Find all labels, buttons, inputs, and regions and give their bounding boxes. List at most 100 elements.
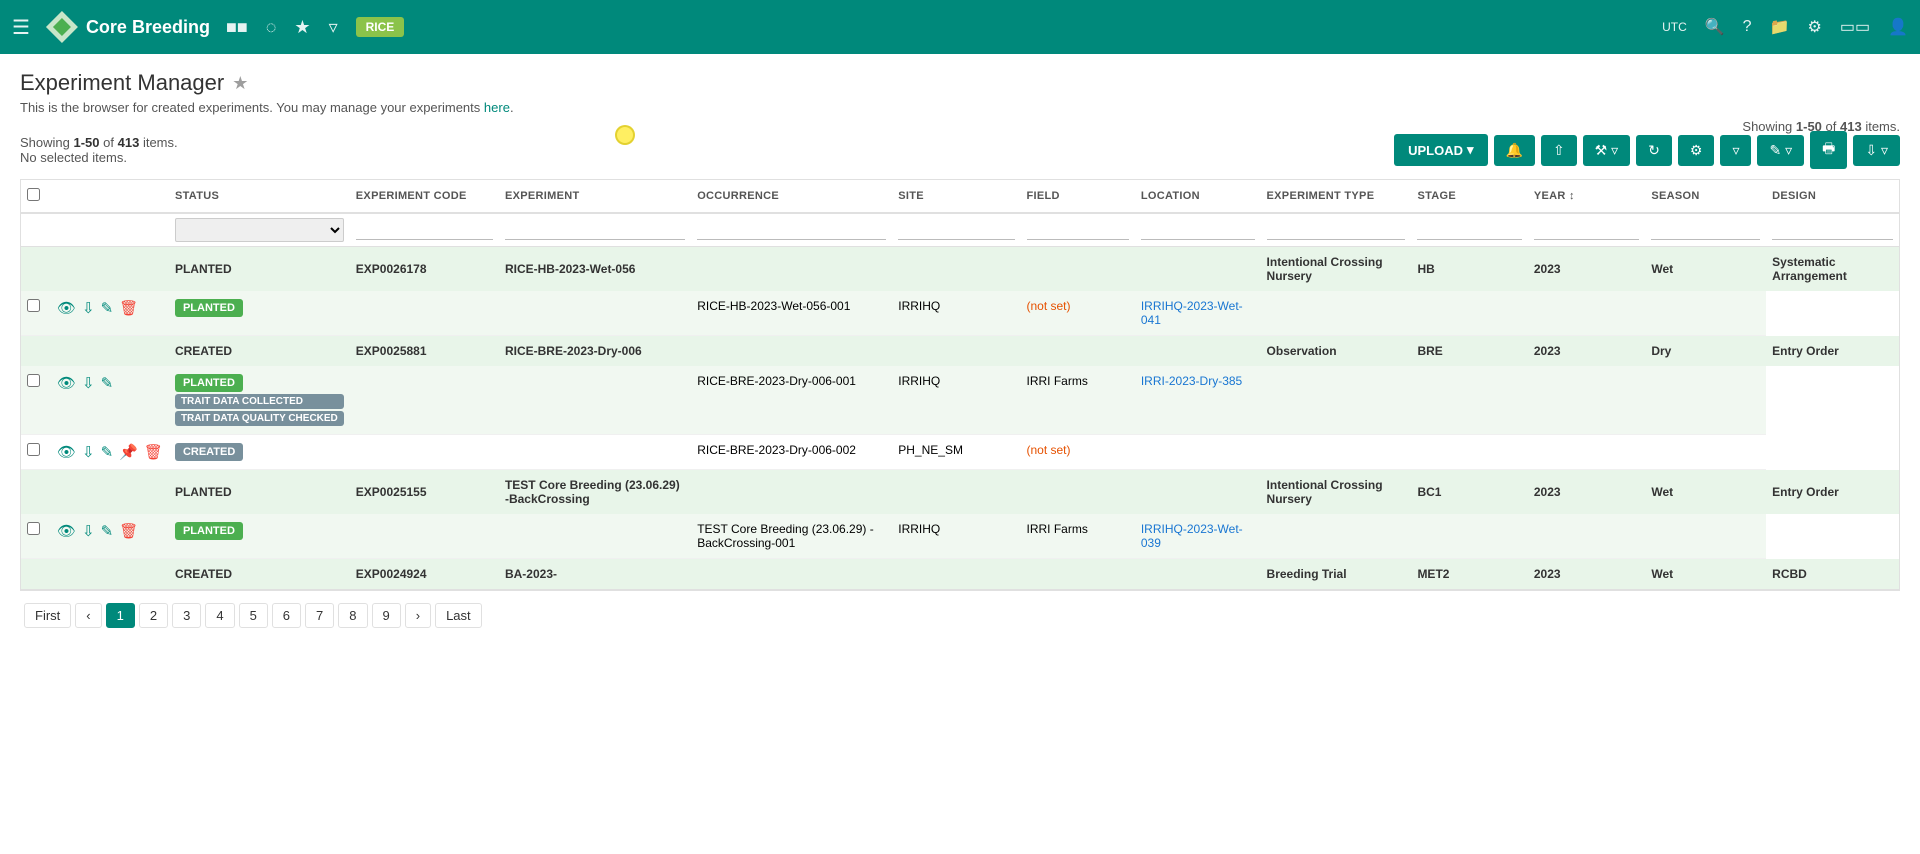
experiment-header[interactable]: EXPERIMENT xyxy=(499,180,691,213)
page-button-6[interactable]: 6 xyxy=(272,603,301,628)
delete-row-icon[interactable]: 🗑 xyxy=(144,443,163,461)
location-filter[interactable] xyxy=(1141,221,1255,240)
filter-nav-icon[interactable]: ▿ xyxy=(329,17,338,38)
folder-icon[interactable]: 📁 xyxy=(1770,17,1790,37)
experiment-filter[interactable] xyxy=(505,221,685,240)
field-header[interactable]: FIELD xyxy=(1021,180,1135,213)
page-button-4[interactable]: 4 xyxy=(205,603,234,628)
edit-row-icon[interactable]: ✎ xyxy=(101,522,114,540)
page-button-8[interactable]: 8 xyxy=(338,603,367,628)
tools-button[interactable]: ⚒ ▿ xyxy=(1583,135,1630,166)
page-button-7[interactable]: 7 xyxy=(305,603,334,628)
prev-page-button[interactable]: ‹ xyxy=(75,603,101,628)
grid-icon[interactable]: ■■ xyxy=(226,17,248,38)
year-filter[interactable] xyxy=(1534,221,1639,240)
edit-row-icon[interactable]: ✎ xyxy=(101,374,114,392)
location-link[interactable]: IRRI-2023-Dry-385 xyxy=(1141,374,1242,388)
download-row-icon[interactable]: ⇩ xyxy=(82,299,95,317)
select-all-header[interactable] xyxy=(21,180,51,213)
status-header[interactable]: STATUS xyxy=(169,180,350,213)
refresh-button[interactable]: ↻ xyxy=(1636,135,1672,166)
page-button-2[interactable]: 2 xyxy=(139,603,168,628)
experiment-table: STATUS EXPERIMENT CODE EXPERIMENT OCCURR… xyxy=(20,179,1900,590)
field-filter[interactable] xyxy=(1027,221,1129,240)
stage-filter[interactable] xyxy=(1417,221,1521,240)
edit-row-icon[interactable]: ✎ xyxy=(101,299,114,317)
group-year-4: 2023 xyxy=(1528,559,1645,590)
download-button[interactable]: ⇩ ▿ xyxy=(1853,135,1900,166)
season-filter[interactable] xyxy=(1651,221,1760,240)
page-button-9[interactable]: 9 xyxy=(372,603,401,628)
group-season-2: Dry xyxy=(1645,336,1766,367)
page-button-5[interactable]: 5 xyxy=(239,603,268,628)
group-exp-3: TEST Core Breeding (23.06.29) -BackCross… xyxy=(499,470,691,515)
row-checkbox[interactable] xyxy=(27,443,40,456)
download-row-icon[interactable]: ⇩ xyxy=(82,522,95,540)
occurrence-header[interactable]: OCCURRENCE xyxy=(691,180,892,213)
delete-row-icon[interactable]: 🗑 xyxy=(119,299,138,317)
season-header[interactable]: SEASON xyxy=(1645,180,1766,213)
location-header[interactable]: LOCATION xyxy=(1135,180,1261,213)
edit-multi-button[interactable]: ✎ ▿ xyxy=(1757,135,1804,166)
user-icon[interactable]: 👤 xyxy=(1888,17,1908,37)
exp-type-header[interactable]: EXPERIMENT TYPE xyxy=(1261,180,1412,213)
field-cell: (not set) xyxy=(1021,291,1135,336)
occurrence-filter[interactable] xyxy=(697,221,886,240)
design-filter[interactable] xyxy=(1772,221,1893,240)
location-link[interactable]: IRRIHQ-2023-Wet-039 xyxy=(1141,522,1243,550)
view-icon[interactable]: 👁 xyxy=(57,374,76,392)
hamburger-menu-icon[interactable]: ☰ xyxy=(12,15,30,40)
exp-code-header[interactable]: EXPERIMENT CODE xyxy=(350,180,499,213)
notification-button[interactable]: 🔔 xyxy=(1494,135,1535,166)
group-row: CREATED EXP0025881 RICE-BRE-2023-Dry-006… xyxy=(21,336,1899,367)
last-page-button[interactable]: Last xyxy=(435,603,482,628)
delete-row-icon[interactable]: 🗑 xyxy=(119,522,138,540)
upload-button[interactable]: UPLOAD ▾ xyxy=(1394,134,1487,166)
column-settings-button[interactable]: ⚙ xyxy=(1678,135,1715,166)
edit-row-icon[interactable]: ✎ xyxy=(101,443,114,461)
apps-icon[interactable]: ▭▭ xyxy=(1840,17,1870,37)
next-page-button[interactable]: › xyxy=(405,603,431,628)
view-icon[interactable]: 👁 xyxy=(57,299,76,317)
favorite-icon[interactable]: ★ xyxy=(232,73,248,94)
crop-badge[interactable]: RICE xyxy=(356,17,405,37)
site-filter[interactable] xyxy=(898,221,1014,240)
exp-code-filter[interactable] xyxy=(356,221,493,240)
group-exp-type-2: Observation xyxy=(1261,336,1412,367)
pin-row-icon[interactable]: 📌 xyxy=(119,443,138,461)
page-button-1[interactable]: 1 xyxy=(106,603,135,628)
table-row: 👁 ⇩ ✎ 🗑 PLANTED RICE-HB-2023-Wet-056-001… xyxy=(21,291,1899,336)
page-button-3[interactable]: 3 xyxy=(172,603,201,628)
first-page-button[interactable]: First xyxy=(24,603,71,628)
star-nav-icon[interactable]: ★ xyxy=(294,17,310,38)
help-icon[interactable]: ? xyxy=(1743,18,1752,36)
site-header[interactable]: SITE xyxy=(892,180,1020,213)
row-checkbox[interactable] xyxy=(27,299,40,312)
select-all-checkbox[interactable] xyxy=(27,188,40,201)
row-checkbox[interactable] xyxy=(27,374,40,387)
status-badge: PLANTED xyxy=(175,522,243,540)
site-cell: IRRIHQ xyxy=(892,291,1020,336)
filter-button[interactable]: ▿ xyxy=(1720,135,1751,166)
design-header[interactable]: DESIGN xyxy=(1766,180,1899,213)
share-button[interactable]: ⇧ xyxy=(1541,135,1577,166)
exp-type-filter[interactable] xyxy=(1267,221,1406,240)
group-season-4: Wet xyxy=(1645,559,1766,590)
here-link[interactable]: here xyxy=(484,100,510,115)
print-button[interactable]: 🖶 xyxy=(1810,131,1847,169)
search-icon[interactable]: 🔍 xyxy=(1705,17,1725,37)
download-row-icon[interactable]: ⇩ xyxy=(82,374,95,392)
view-icon[interactable]: 👁 xyxy=(57,443,76,461)
status-filter-cell[interactable] xyxy=(169,213,350,247)
clock-icon[interactable]: ◌ xyxy=(266,17,277,38)
download-row-icon[interactable]: ⇩ xyxy=(82,443,95,461)
year-header[interactable]: YEAR ↕ xyxy=(1528,180,1645,213)
row-checkbox[interactable] xyxy=(27,522,40,535)
location-link[interactable]: IRRIHQ-2023-Wet-041 xyxy=(1141,299,1243,327)
view-icon[interactable]: 👁 xyxy=(57,522,76,540)
status-filter[interactable] xyxy=(175,218,344,242)
stage-header[interactable]: STAGE xyxy=(1411,180,1527,213)
group-status-4: CREATED xyxy=(169,559,350,590)
group-stage-2: BRE xyxy=(1411,336,1527,367)
settings-icon[interactable]: ⚙ xyxy=(1808,17,1822,37)
